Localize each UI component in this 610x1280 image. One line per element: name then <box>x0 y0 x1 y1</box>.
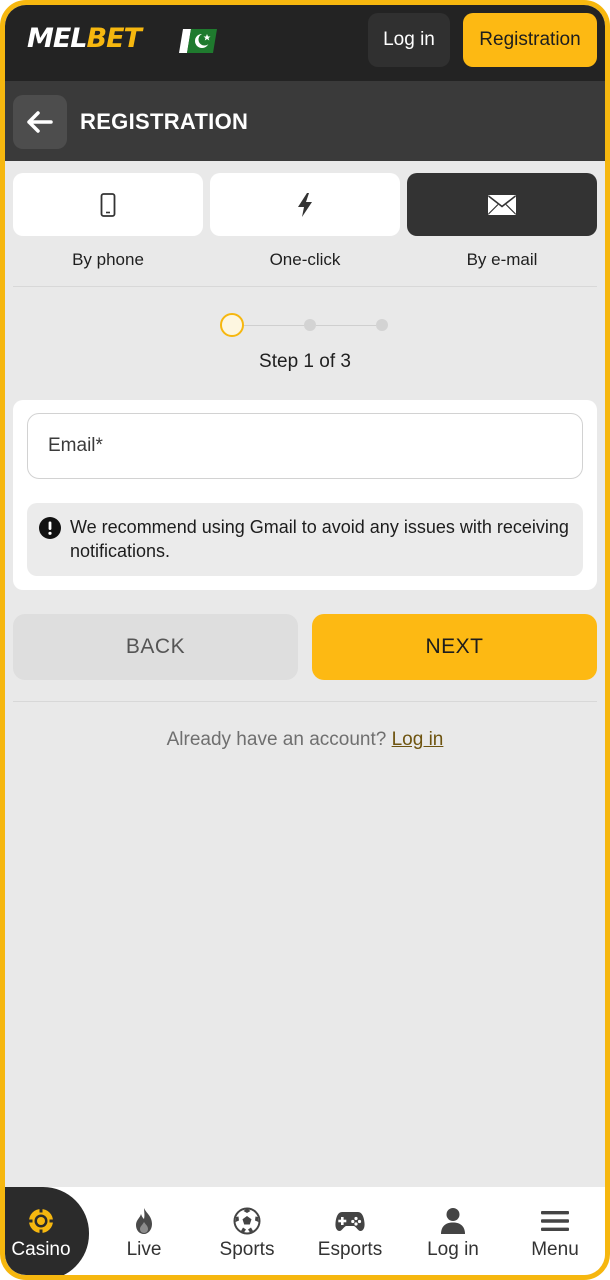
exclamation-icon <box>39 517 61 539</box>
nav-label-casino: Casino <box>11 1239 71 1260</box>
bottom-navigation: Casino Live Sports Esports Log in Menu <box>5 1187 605 1275</box>
arrow-left-icon <box>27 111 53 133</box>
step-text: Step 1 of 3 <box>259 351 351 372</box>
flame-icon <box>136 1208 152 1234</box>
step-dot <box>304 319 316 331</box>
nav-item-menu[interactable]: Menu <box>505 1187 605 1275</box>
logo-text-bet: BET <box>86 23 142 54</box>
nav-item-login[interactable]: Log in <box>403 1187 503 1275</box>
page-title: REGISTRATION <box>80 109 249 134</box>
nav-label-login: Log in <box>427 1239 479 1260</box>
top-header: MELBET Log in Registration <box>5 5 605 81</box>
header-registration-button[interactable]: Registration <box>463 13 597 67</box>
divider <box>13 286 597 287</box>
tab-one-click[interactable] <box>210 173 400 236</box>
tab-by-phone[interactable] <box>13 173 203 236</box>
tab-by-email[interactable] <box>407 173 597 236</box>
registration-titlebar: REGISTRATION <box>5 81 605 161</box>
pakistan-flag-icon[interactable] <box>177 27 217 55</box>
nav-item-casino[interactable]: Casino <box>5 1187 91 1275</box>
nav-item-sports[interactable]: Sports <box>197 1187 297 1275</box>
app-frame: MELBET Log in Registration REGISTRATION <box>0 0 610 1280</box>
hamburger-menu-icon <box>541 1211 569 1231</box>
envelope-icon <box>488 194 516 215</box>
step-dot <box>376 319 388 331</box>
back-arrow-button[interactable] <box>13 95 67 149</box>
nav-label-menu: Menu <box>531 1239 579 1260</box>
phone-icon <box>100 192 116 217</box>
step-indicator <box>220 313 390 339</box>
nav-label-live: Live <box>126 1239 162 1260</box>
header-login-button[interactable]: Log in <box>368 13 450 67</box>
already-account-label: Already have an account? <box>166 729 387 750</box>
divider <box>13 701 597 702</box>
logo-text-mel: MEL <box>27 23 88 54</box>
casino-chip-icon <box>28 1208 54 1234</box>
tab-label-by-phone[interactable]: By phone <box>13 250 203 270</box>
gamepad-icon <box>335 1212 365 1231</box>
tab-label-by-email[interactable]: By e-mail <box>407 250 597 270</box>
nav-item-live[interactable]: Live <box>94 1187 194 1275</box>
user-icon <box>441 1208 465 1234</box>
melbet-logo[interactable]: MELBET <box>27 23 142 55</box>
email-field[interactable] <box>27 413 583 479</box>
notice-text: We recommend using Gmail to avoid any is… <box>70 517 569 561</box>
lightning-icon <box>298 192 312 217</box>
back-button[interactable]: BACK <box>13 614 298 680</box>
step-connector <box>316 325 376 326</box>
tab-label-one-click[interactable]: One-click <box>210 250 400 270</box>
nav-label-sports: Sports <box>219 1239 275 1260</box>
gmail-notice: We recommend using Gmail to avoid any is… <box>27 503 583 576</box>
next-button[interactable]: NEXT <box>312 614 597 680</box>
already-account-text: Already have an account? Log in <box>5 729 605 751</box>
step-dot-current <box>220 313 244 337</box>
nav-item-esports[interactable]: Esports <box>300 1187 400 1275</box>
soccer-ball-icon <box>233 1207 261 1235</box>
step-connector <box>244 325 310 326</box>
nav-label-esports: Esports <box>317 1239 383 1260</box>
login-link[interactable]: Log in <box>392 729 444 750</box>
registration-form-card: We recommend using Gmail to avoid any is… <box>13 400 597 590</box>
